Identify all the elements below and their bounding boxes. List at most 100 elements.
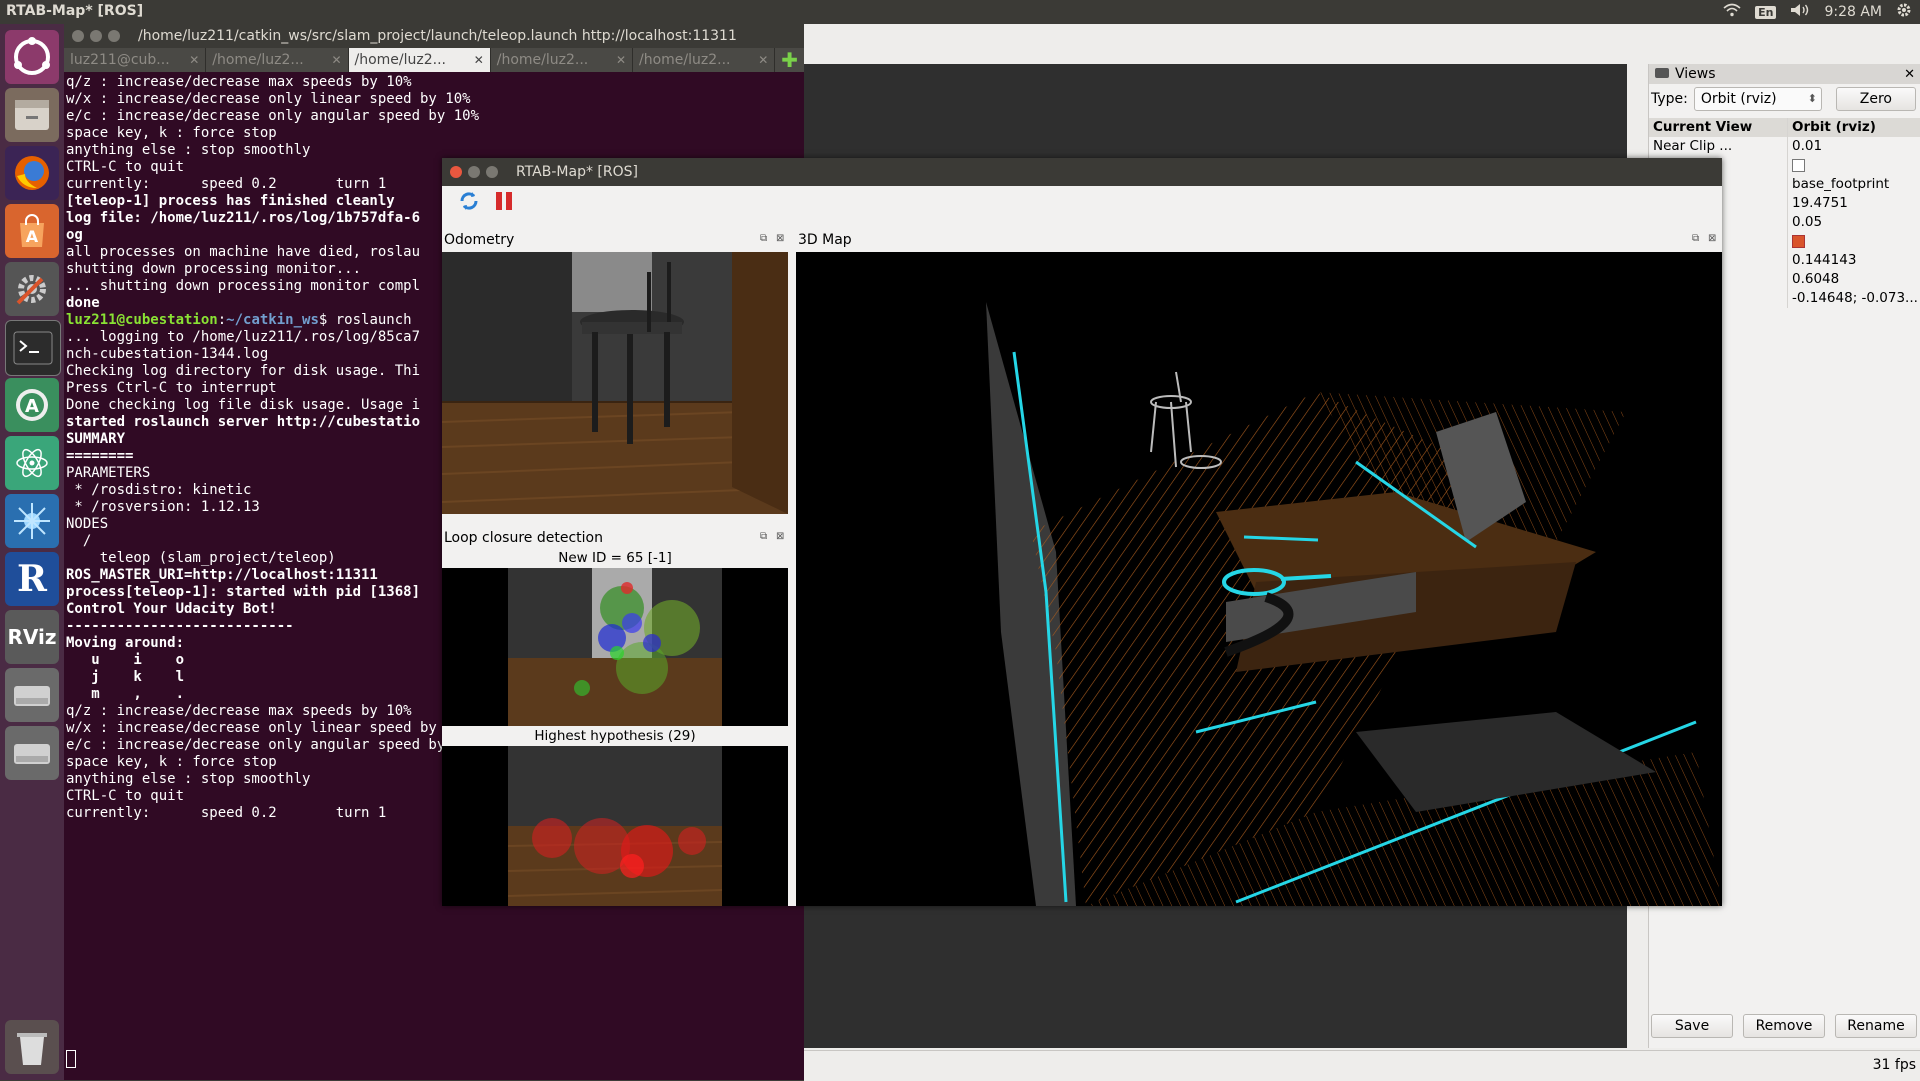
- terminal-tab[interactable]: luz211@cub... ✕: [64, 48, 207, 72]
- close-icon[interactable]: ✕: [189, 48, 199, 72]
- view-type-select[interactable]: Orbit (rviz): [1693, 87, 1822, 111]
- terminal-tabs: luz211@cub... ✕ /home/luz2... ✕ /home/luz2..…: [64, 48, 804, 72]
- files-icon[interactable]: [5, 88, 59, 142]
- terminal-tab[interactable]: /home/luz2... ✕: [633, 48, 776, 72]
- wifi-icon[interactable]: [1723, 3, 1741, 21]
- firefox-icon[interactable]: [5, 146, 59, 200]
- terminal-line: log file: /home/luz211/.ros/log/1b757dfa…: [66, 210, 421, 226]
- minimize-icon[interactable]: [468, 166, 480, 178]
- terminal-tab[interactable]: /home/luz2... ✕: [491, 48, 633, 72]
- property-row[interactable]: Near Clip ... 0.01: [1649, 137, 1920, 156]
- refresh-icon[interactable]: [458, 190, 480, 216]
- float-icon[interactable]: ⧉: [760, 233, 767, 244]
- unity-launcher: A A R RViz: [0, 24, 64, 1080]
- pause-icon[interactable]: [494, 191, 514, 215]
- rviz-label: RViz: [7, 625, 57, 649]
- odometry-view[interactable]: [441, 252, 788, 514]
- new-tab-icon[interactable]: ✚: [775, 48, 804, 72]
- terminal-line: nch-cubestation-1344.log: [66, 346, 269, 362]
- property-value[interactable]: 0.6048: [1787, 270, 1920, 289]
- maximize-icon[interactable]: [486, 166, 498, 178]
- property-value[interactable]: 19.4751: [1787, 194, 1920, 213]
- terminal-output[interactable]: q/z : increase/decrease max speeds by 10…: [66, 74, 479, 822]
- terminal-tab[interactable]: /home/luz2... ✕: [348, 48, 491, 72]
- rtabmap-toolbar: [442, 186, 1722, 216]
- close-icon[interactable]: ⊠: [776, 531, 784, 542]
- terminal-titlebar[interactable]: /home/luz211/catkin_ws/src/slam_project/…: [64, 24, 804, 48]
- rtabmap-titlebar[interactable]: RTAB-Map* [ROS]: [442, 158, 1722, 186]
- close-icon[interactable]: ✕: [331, 48, 341, 72]
- terminal-line: Control Your Udacity Bot!: [66, 601, 277, 617]
- close-icon[interactable]: ✕: [1904, 65, 1915, 85]
- close-icon[interactable]: [72, 30, 84, 42]
- trash-icon[interactable]: [5, 1020, 59, 1074]
- terminal-line: currently: speed 0.2 turn 1: [66, 176, 387, 192]
- terminal-tab[interactable]: /home/luz2... ✕: [206, 48, 349, 72]
- property-checkbox[interactable]: [1792, 234, 1805, 248]
- close-icon[interactable]: ✕: [616, 48, 626, 72]
- property-value[interactable]: 0.144143: [1787, 251, 1920, 270]
- float-icon[interactable]: ⧉: [760, 531, 767, 542]
- property-row[interactable]: Current View Orbit (rviz): [1649, 118, 1920, 137]
- terminal-tab-label: luz211@cub...: [70, 52, 170, 68]
- property-checkbox[interactable]: [1792, 158, 1805, 172]
- input-method-indicator[interactable]: En: [1755, 5, 1777, 19]
- odometry-title: Odometry: [444, 232, 515, 248]
- terminal-line: Press Ctrl-C to interrupt: [66, 380, 277, 396]
- property-value[interactable]: base_footprint: [1787, 175, 1920, 194]
- float-icon[interactable]: ⧉: [1692, 233, 1699, 244]
- terminal-line: [teleop-1] process has finished cleanly: [66, 193, 395, 209]
- disk-icon[interactable]: [5, 668, 59, 722]
- terminal-tab-label: /home/luz2...: [212, 52, 304, 68]
- terminal-icon[interactable]: [5, 320, 61, 376]
- property-value[interactable]: 0.05: [1787, 213, 1920, 232]
- active-window-title: RTAB-Map* [ROS]: [6, 3, 144, 19]
- kstars-icon[interactable]: [5, 494, 59, 548]
- close-icon[interactable]: ✕: [474, 48, 484, 72]
- terminal-tab-label: /home/luz2...: [639, 52, 731, 68]
- type-label: Type:: [1651, 91, 1688, 107]
- rename-button[interactable]: Rename: [1835, 1014, 1917, 1038]
- save-button[interactable]: Save: [1651, 1014, 1733, 1038]
- disk-icon[interactable]: [5, 726, 59, 780]
- terminal-line: ========: [66, 448, 134, 464]
- minimize-icon[interactable]: [90, 30, 102, 42]
- zero-button[interactable]: Zero: [1835, 87, 1916, 111]
- close-icon[interactable]: [450, 166, 462, 178]
- terminal-line: teleop (slam_project/teleop): [66, 550, 336, 566]
- map-3d-title: 3D Map: [798, 232, 852, 248]
- terminal-line: w/x : increase/decrease only linear spee…: [66, 720, 471, 736]
- terminal-line: ---------------------------: [66, 618, 294, 634]
- rstudio-icon[interactable]: R: [5, 552, 59, 606]
- volume-icon[interactable]: [1790, 3, 1810, 21]
- terminal-line: process[teleop-1]: started with pid [136…: [66, 584, 421, 600]
- software-updater-icon[interactable]: A: [5, 378, 59, 432]
- terminal-line: space key, k : force stop: [66, 754, 277, 770]
- ubuntu-dash-icon[interactable]: [5, 30, 59, 84]
- map-3d-view[interactable]: [796, 252, 1722, 906]
- software-center-icon[interactable]: A: [5, 204, 59, 258]
- terminal-line: done: [66, 295, 100, 311]
- terminal-title: /home/luz211/catkin_ws/src/slam_project/…: [138, 28, 737, 44]
- gear-icon[interactable]: [1896, 2, 1912, 22]
- clock[interactable]: 9:28 AM: [1824, 4, 1882, 20]
- remove-button[interactable]: Remove: [1743, 1014, 1825, 1038]
- system-settings-icon[interactable]: [5, 262, 59, 316]
- close-icon[interactable]: ✕: [758, 48, 768, 72]
- terminal-line: Checking log directory for disk usage. T…: [66, 363, 421, 379]
- loop-closure-title: Loop closure detection: [444, 530, 603, 546]
- property-value[interactable]: 0.01: [1787, 137, 1920, 156]
- property-value: [1787, 156, 1920, 175]
- new-id-label: New ID = 65 [-1]: [558, 550, 672, 566]
- property-value[interactable]: Orbit (rviz): [1787, 118, 1920, 137]
- views-buttons: Save Remove Rename: [1651, 1014, 1917, 1038]
- loop-closure-hypothesis-image[interactable]: [442, 746, 788, 906]
- loop-closure-new-image[interactable]: [442, 568, 788, 726]
- views-title: Views: [1675, 66, 1716, 82]
- rviz-icon[interactable]: RViz: [5, 610, 59, 664]
- atom-icon[interactable]: [5, 436, 59, 490]
- property-value[interactable]: -0.14648; -0.073...: [1787, 289, 1920, 308]
- close-icon[interactable]: ⊠: [1708, 233, 1716, 244]
- maximize-icon[interactable]: [108, 30, 120, 42]
- close-icon[interactable]: ⊠: [776, 233, 784, 244]
